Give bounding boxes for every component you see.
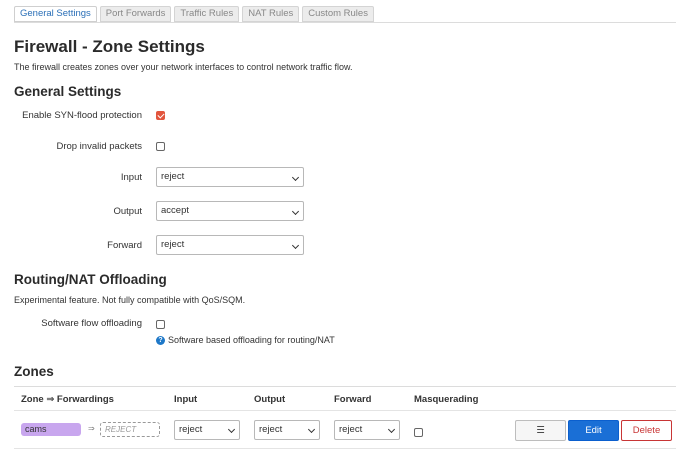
masquerading-checkbox[interactable] [414,428,423,437]
tab-nat-rules[interactable]: NAT Rules [242,6,300,22]
forward-arrow: ⇒ [88,424,95,433]
chevron-down-icon [227,425,236,434]
drop-invalid-label: Drop invalid packets [56,141,142,152]
syn-flood-checkbox[interactable] [156,111,165,120]
general-settings-heading: General Settings [14,84,122,99]
zone-badge: cams [21,423,81,436]
zones-table-top-border [14,386,676,387]
zone-forward-select[interactable]: reject [334,420,400,440]
chevron-down-icon [387,425,396,434]
software-offload-label: Software flow offloading [41,318,142,329]
col-output: Output [254,394,286,405]
chevron-down-icon [291,207,300,216]
forward-destination-badge: REJECT [100,422,160,437]
zone-input-select[interactable]: reject [174,420,240,440]
zone-forward-value: reject [339,424,363,435]
offloading-description: Experimental feature. Not fully compatib… [14,295,246,305]
delete-button[interactable]: Delete [621,420,672,441]
input-policy-select[interactable]: reject [156,167,304,187]
input-policy-value: reject [161,171,185,182]
tab-custom-rules[interactable]: Custom Rules [302,6,374,22]
output-policy-value: accept [161,205,189,216]
forward-policy-label: Forward [107,240,142,251]
chevron-down-icon [291,241,300,250]
zones-table-header-divider [14,410,676,411]
tab-traffic-rules[interactable]: Traffic Rules [174,6,240,22]
zone-output-value: reject [259,424,283,435]
software-offload-hint-text: Software based offloading for routing/NA… [168,335,335,345]
chevron-down-icon [307,425,316,434]
tab-divider [14,22,676,23]
page-title: Firewall - Zone Settings [14,37,205,56]
software-offload-checkbox[interactable] [156,320,165,329]
software-offload-hint: ? Software based offloading for routing/… [156,335,335,345]
zone-output-select[interactable]: reject [254,420,320,440]
forward-policy-select[interactable]: reject [156,235,304,255]
page-description: The firewall creates zones over your net… [14,62,353,72]
col-input: Input [174,394,198,405]
edit-button[interactable]: Edit [568,420,619,441]
zones-heading: Zones [14,364,54,379]
forward-policy-value: reject [161,239,185,250]
input-policy-label: Input [120,172,142,183]
zone-input-value: reject [179,424,203,435]
question-icon: ? [156,335,165,345]
tab-bar: General Settings Port Forwards Traffic R… [14,6,374,22]
syn-flood-label: Enable SYN-flood protection [22,110,142,121]
drag-menu-button[interactable]: ☰ [515,420,566,441]
col-forward: Forward [334,394,372,405]
tab-port-forwards[interactable]: Port Forwards [99,6,172,22]
col-masquerading: Masquerading [414,394,479,405]
output-policy-select[interactable]: accept [156,201,304,221]
chevron-down-icon [291,173,300,182]
tab-general-settings[interactable]: General Settings [14,6,97,22]
offloading-heading: Routing/NAT Offloading [14,272,167,287]
col-zone-forwardings: Zone ⇒ Forwardings [21,394,114,405]
output-policy-label: Output [113,206,142,217]
drop-invalid-checkbox[interactable] [156,142,165,151]
